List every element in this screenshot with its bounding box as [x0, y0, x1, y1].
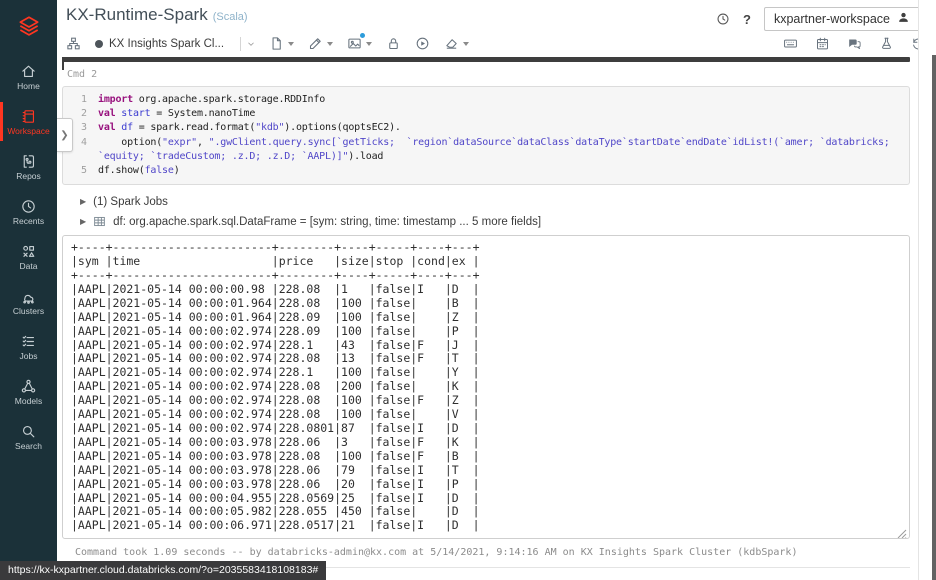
comments-icon[interactable] — [847, 36, 862, 51]
spark-jobs-row[interactable]: ▶ (1) Spark Jobs — [80, 196, 910, 208]
sidebar-item-data[interactable]: Data — [0, 234, 57, 279]
caret-down-icon — [463, 42, 469, 46]
help-button[interactable]: ? — [743, 12, 751, 27]
top-right-controls: ? kxpartner-workspace — [716, 7, 920, 31]
run-all-icon[interactable] — [415, 36, 430, 51]
eraser-icon — [444, 36, 459, 51]
expand-triangle-icon: ▶ — [80, 218, 86, 226]
clear-menu-button[interactable] — [444, 36, 469, 51]
code-lines: 1import org.apache.spark.storage.RDDInfo… — [63, 93, 903, 178]
workspace-selector[interactable]: kxpartner-workspace — [764, 7, 920, 31]
table-grid-icon — [93, 215, 106, 228]
code-cell[interactable]: 1import org.apache.spark.storage.RDDInfo… — [62, 86, 910, 185]
jobs-icon — [20, 333, 37, 350]
sidebar-item-recents[interactable]: Recents — [0, 189, 57, 234]
edit-menu-button[interactable] — [308, 36, 333, 51]
cluster-selector[interactable]: KX Insights Spark Cl... — [95, 37, 255, 51]
sidebar-expand-button[interactable]: ❯ — [57, 118, 73, 152]
sidebar-item-label: Jobs — [20, 352, 38, 361]
notification-dot — [360, 33, 365, 38]
sidebar-item-label: Repos — [16, 172, 41, 181]
scrollbar-thumb[interactable] — [932, 55, 936, 580]
sidebar-item-label: Models — [15, 397, 42, 406]
workspace-icon — [20, 108, 37, 125]
cmd2-label: Cmd 2 — [67, 69, 910, 80]
repos-icon — [20, 153, 37, 170]
sidebar-item-jobs[interactable]: Jobs — [0, 324, 57, 369]
main-area: KX-Runtime-Spark (Scala) ? kxpartner-wor… — [57, 0, 936, 580]
caret-down-icon — [366, 42, 372, 46]
user-icon — [897, 11, 910, 27]
view-menu-button[interactable] — [347, 36, 372, 51]
data-icon — [20, 243, 37, 260]
expand-triangle-icon: ▶ — [80, 198, 86, 206]
dataframe-summary: df: org.apache.spark.sql.DataFrame = [sy… — [113, 216, 541, 228]
clock-status-icon[interactable] — [716, 12, 730, 26]
status-bar-url: https://kx-kxpartner.cloud.databricks.co… — [0, 561, 326, 580]
spark-jobs-label: (1) Spark Jobs — [93, 196, 168, 208]
sidebar-item-label: Clusters — [13, 307, 44, 316]
recents-icon — [20, 198, 37, 215]
resize-grip-icon[interactable] — [897, 526, 907, 536]
keyboard-shortcuts-icon[interactable] — [783, 36, 798, 51]
notebook-language[interactable]: (Scala) — [213, 11, 248, 23]
file-menu-button[interactable] — [269, 36, 294, 51]
databricks-logo-icon[interactable] — [16, 0, 42, 54]
cluster-name: KX Insights Spark Cl... — [109, 38, 224, 50]
notebook-content: Cmd 2 1import org.apache.spark.storage.R… — [62, 57, 910, 580]
sidebar-item-label: Data — [20, 262, 38, 271]
sitemap-icon[interactable] — [66, 36, 81, 51]
pencil-edit-icon — [308, 36, 323, 51]
caret-down-icon — [288, 42, 294, 46]
sidebar-item-label: Home — [17, 82, 40, 91]
home-icon — [20, 63, 37, 80]
chevron-down-icon — [247, 40, 255, 48]
file-icon — [269, 36, 284, 51]
command-footer: Command took 1.09 seconds -- by databric… — [75, 547, 910, 558]
sidebar-item-label: Workspace — [7, 127, 49, 136]
output-pre: +----+-----------------------+--------+-… — [71, 241, 901, 533]
notebook-toolbar: KX Insights Spark Cl... — [57, 30, 936, 57]
sidebar-item-repos[interactable]: Repos — [0, 144, 57, 189]
image-icon — [347, 36, 362, 51]
divider — [240, 37, 241, 51]
sidebar-item-models[interactable]: Models — [0, 369, 57, 414]
page-scrollbar[interactable] — [918, 0, 936, 580]
lock-permissions-icon[interactable] — [386, 36, 401, 51]
schedule-calendar-icon[interactable] — [815, 36, 830, 51]
caret-down-icon — [327, 42, 333, 46]
dataframe-summary-row[interactable]: ▶ df: org.apache.spark.sql.DataFrame = [… — [80, 215, 910, 228]
experiment-flask-icon[interactable] — [879, 36, 894, 51]
sidebar-item-label: Recents — [13, 217, 44, 226]
workspace-selector-label: kxpartner-workspace — [774, 12, 890, 26]
clusters-icon — [20, 288, 37, 305]
sidebar-item-clusters[interactable]: Clusters — [0, 279, 57, 324]
cluster-status-dot — [95, 40, 103, 48]
models-icon — [20, 378, 37, 395]
sidebar-item-label: Search — [15, 442, 42, 451]
sidebar: Home Workspace Repos Recents Data C — [0, 0, 57, 580]
notebook-title[interactable]: KX-Runtime-Spark — [66, 6, 208, 23]
sidebar-item-search[interactable]: Search — [0, 414, 57, 459]
search-icon — [20, 423, 37, 440]
collapsed-cell[interactable] — [62, 57, 910, 62]
sidebar-item-home[interactable]: Home — [0, 54, 57, 99]
databricks-notebook-app: Home Workspace Repos Recents Data C — [0, 0, 936, 580]
output-box[interactable]: +----+-----------------------+--------+-… — [62, 235, 910, 539]
sidebar-item-workspace[interactable]: Workspace — [0, 99, 57, 144]
